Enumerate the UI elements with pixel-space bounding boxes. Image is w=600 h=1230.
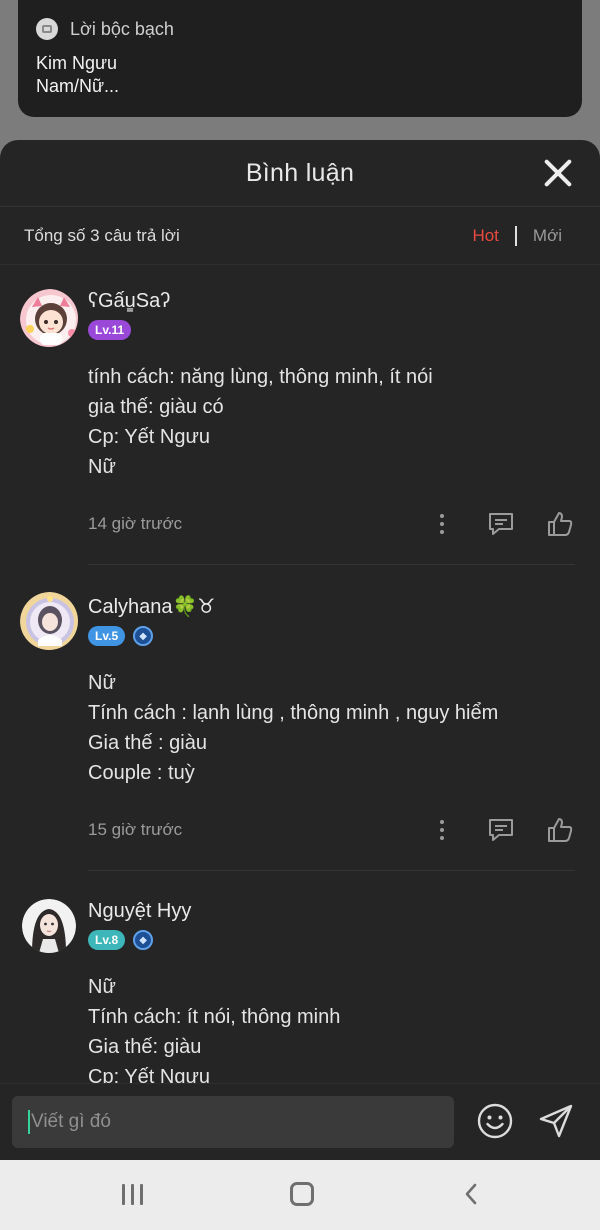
timestamp: 15 giờ trước bbox=[88, 820, 183, 839]
level-badge: Lv.8 bbox=[88, 930, 126, 950]
level-badge: Lv.11 bbox=[88, 320, 132, 340]
comments-sheet: Bình luận Tổng số 3 câu trả lời Hot Mới bbox=[0, 140, 600, 1160]
confession-line: Nam/Nữ... bbox=[36, 76, 120, 96]
sort-hot-tab[interactable]: Hot bbox=[472, 226, 498, 246]
comment-item: Nguyệt Hyy Lv.8 ◆ Nữ Tính cách: ít nói, … bbox=[0, 871, 600, 1092]
sheet-title: Bình luận bbox=[245, 158, 355, 187]
document-icon bbox=[36, 18, 58, 40]
like-icon[interactable] bbox=[545, 816, 575, 844]
comment-composer: Viết gì đó bbox=[0, 1083, 600, 1160]
avatar[interactable] bbox=[20, 592, 78, 650]
user-badges: Lv.11 bbox=[88, 320, 575, 340]
comment-body: Nữ Tính cách: ít nói, thông minh Gia thế… bbox=[88, 972, 575, 1092]
level-badge: Lv.5 bbox=[88, 626, 126, 646]
reply-icon[interactable] bbox=[486, 510, 516, 538]
comment-line: Cp: Yết Ngưu bbox=[88, 426, 210, 448]
comment-meta: 14 giờ trước bbox=[88, 510, 575, 538]
comment-item: ʕGấu̳Saʔ Lv.11 tính cách: năng lùng, thô… bbox=[0, 265, 600, 565]
comment-line: Gia thế : giàu bbox=[88, 732, 207, 754]
comment-line: Couple : tuỳ bbox=[88, 762, 195, 784]
text-caret bbox=[28, 1110, 30, 1134]
username[interactable]: Nguyệt Hyy bbox=[88, 898, 575, 923]
home-icon[interactable] bbox=[290, 1182, 314, 1206]
total-replies-label: Tổng số 3 câu trả lời bbox=[24, 225, 180, 245]
comment-meta: 15 giờ trước bbox=[88, 816, 575, 844]
comment-input[interactable]: Viết gì đó bbox=[12, 1096, 454, 1148]
comment-line: Nữ bbox=[88, 672, 116, 694]
comment-body: tính cách: năng lùng, thông minh, ít nói… bbox=[88, 362, 575, 482]
username[interactable]: ʕGấu̳Saʔ bbox=[88, 288, 575, 313]
user-badges: Lv.5 ◆ bbox=[88, 626, 575, 646]
reply-icon[interactable] bbox=[486, 816, 516, 844]
comment-body: Nữ Tính cách : lạnh lùng , thông minh , … bbox=[88, 668, 575, 788]
user-badges: Lv.8 ◆ bbox=[88, 930, 575, 950]
more-options-icon[interactable] bbox=[427, 816, 457, 844]
recent-apps-icon[interactable] bbox=[122, 1184, 143, 1205]
comment-line: tính cách: năng lùng, thông minh, ít nói bbox=[88, 366, 433, 388]
timestamp: 14 giờ trước bbox=[88, 514, 183, 533]
more-options-icon[interactable] bbox=[427, 510, 457, 538]
comment-item: Calyhana🍀♉ Lv.5 ◆ Nữ Tính cách : lạnh lù… bbox=[0, 565, 600, 871]
close-icon[interactable] bbox=[542, 157, 574, 189]
comment-line: Nữ bbox=[88, 456, 116, 478]
sheet-header: Bình luận bbox=[0, 140, 600, 207]
like-icon[interactable] bbox=[545, 510, 575, 538]
sort-divider bbox=[514, 225, 517, 246]
confession-card-header: Lời bộc bạch bbox=[36, 18, 564, 40]
confession-card[interactable]: Lời bộc bạch Kim Ngưu Nam/Nữ... bbox=[18, 0, 582, 117]
comment-line: Gia thế: giàu bbox=[88, 1036, 202, 1058]
comment-line: Tính cách: ít nói, thông minh bbox=[88, 1006, 341, 1028]
avatar[interactable] bbox=[22, 899, 76, 953]
confession-card-title: Lời bộc bạch bbox=[70, 18, 174, 39]
system-navigation-bar bbox=[0, 1160, 600, 1230]
confession-line: Kim Ngưu bbox=[36, 53, 118, 73]
comment-line: Nữ bbox=[88, 976, 116, 998]
emoji-icon[interactable] bbox=[476, 1102, 514, 1140]
verified-icon: ◆ bbox=[133, 626, 154, 646]
comment-input-placeholder: Viết gì đó bbox=[31, 1111, 111, 1132]
sort-toggle: Hot Mới bbox=[472, 225, 562, 246]
verified-icon: ◆ bbox=[133, 930, 154, 950]
summary-bar: Tổng số 3 câu trả lời Hot Mới bbox=[0, 207, 600, 265]
avatar[interactable] bbox=[20, 289, 78, 347]
username[interactable]: Calyhana🍀♉ bbox=[88, 592, 575, 619]
comment-line: Tính cách : lạnh lùng , thông minh , ngu… bbox=[88, 702, 499, 724]
sort-new-tab[interactable]: Mới bbox=[533, 226, 562, 246]
back-icon[interactable] bbox=[460, 1182, 484, 1206]
comment-line: gia thế: giàu có bbox=[88, 396, 224, 418]
send-icon[interactable] bbox=[537, 1102, 575, 1140]
